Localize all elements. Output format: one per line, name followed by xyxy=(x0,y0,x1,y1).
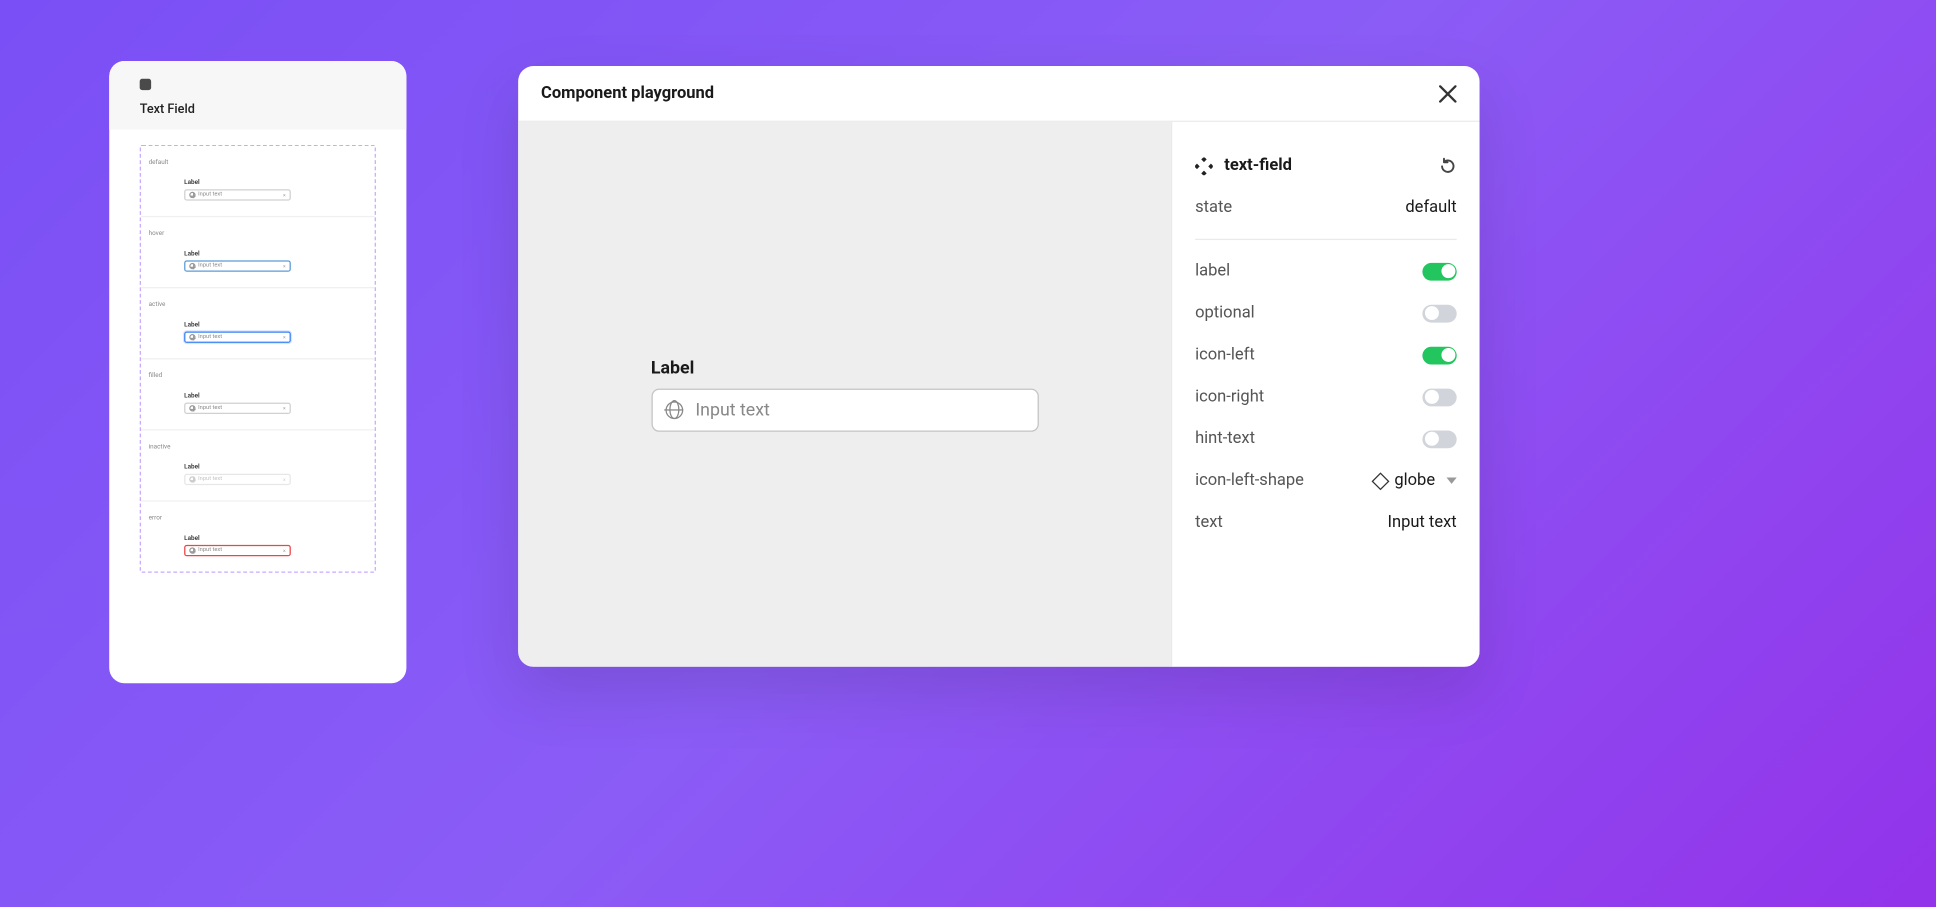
prop-row-label: label xyxy=(1195,250,1457,292)
clear-icon: × xyxy=(283,334,286,340)
variant-input-error: Input text × xyxy=(184,545,291,556)
sidebar-header-row: text-field xyxy=(1195,145,1457,187)
variant-text: Input text xyxy=(198,476,283,482)
variant-row: inactive Label Input text × xyxy=(141,431,375,502)
clear-icon: × xyxy=(283,547,286,553)
playground-header: Component playground xyxy=(518,66,1479,122)
variant-label: Label xyxy=(184,464,359,472)
toggle-icon-left[interactable] xyxy=(1422,346,1456,364)
close-button[interactable] xyxy=(1439,84,1457,102)
chevron-down-icon xyxy=(1447,478,1457,484)
variant-text: Input text xyxy=(198,263,283,269)
prop-row-icon-right: icon-right xyxy=(1195,376,1457,418)
prop-row-text[interactable]: text Input text xyxy=(1195,502,1457,544)
sidebar-head: text-field xyxy=(1195,156,1292,175)
prop-row-hint-text: hint-text xyxy=(1195,418,1457,460)
variant-state: hover xyxy=(149,230,360,238)
globe-icon xyxy=(189,192,195,198)
spec-title: Text Field xyxy=(140,103,376,117)
prop-value: Input text xyxy=(1387,513,1456,532)
variant-state: default xyxy=(149,159,360,167)
variant-row: hover Label Input text × xyxy=(141,217,375,288)
prop-label: icon-right xyxy=(1195,387,1264,406)
variants-frame: default Label Input text × hover Label I… xyxy=(140,145,376,573)
variant-state: inactive xyxy=(149,443,360,451)
variant-state: error xyxy=(149,514,360,522)
spec-body: default Label Input text × hover Label I… xyxy=(109,130,406,588)
variant-text: Input text xyxy=(198,334,283,340)
prop-label: label xyxy=(1195,262,1230,281)
playground-title: Component playground xyxy=(541,84,714,103)
variant-label: Label xyxy=(184,535,359,543)
component-preview: Label Input text xyxy=(651,358,1038,432)
prop-row-state[interactable]: state default xyxy=(1195,187,1457,229)
globe-icon xyxy=(189,405,195,411)
variant-state: active xyxy=(149,301,360,309)
globe-icon xyxy=(665,401,683,419)
component-icon xyxy=(1195,157,1213,175)
playground-body: Label Input text text-field xyxy=(518,122,1479,667)
component-spec-card: Text Field default Label Input text × ho… xyxy=(109,61,406,683)
globe-icon xyxy=(189,547,195,553)
variant-input-default: Input text × xyxy=(184,189,291,200)
variant-text: Input text xyxy=(198,405,283,411)
select-value-text: globe xyxy=(1394,471,1435,490)
clear-icon: × xyxy=(283,476,286,482)
toggle-label[interactable] xyxy=(1422,262,1456,280)
close-icon xyxy=(1439,84,1457,102)
prop-label: optional xyxy=(1195,304,1255,323)
variant-input-inactive: Input text × xyxy=(184,474,291,485)
variant-label: Label xyxy=(184,392,359,400)
playground-window: Component playground Label Input text te xyxy=(518,66,1479,667)
clear-icon: × xyxy=(283,192,286,198)
prop-label: icon-left xyxy=(1195,345,1255,364)
prop-label: icon-left-shape xyxy=(1195,471,1304,490)
variant-row: active Label Input text × xyxy=(141,288,375,359)
variant-state: filled xyxy=(149,372,360,380)
variant-input-hover: Input text × xyxy=(184,260,291,271)
toggle-icon-right[interactable] xyxy=(1422,388,1456,406)
variant-text: Input text xyxy=(198,192,283,198)
component-name: text-field xyxy=(1224,156,1292,175)
globe-icon xyxy=(189,334,195,340)
variant-text: Input text xyxy=(198,547,283,553)
variant-row: filled Label Input text × xyxy=(141,359,375,430)
prop-label: hint-text xyxy=(1195,429,1255,448)
spec-header: Text Field xyxy=(109,61,406,130)
variant-label: Label xyxy=(184,179,359,187)
input-placeholder: Input text xyxy=(695,399,770,419)
brand-logo xyxy=(140,79,151,90)
variant-input-active: Input text × xyxy=(184,331,291,342)
globe-icon xyxy=(189,263,195,269)
prop-value: default xyxy=(1405,198,1456,217)
prop-row-icon-left: icon-left xyxy=(1195,334,1457,376)
props-sidebar: text-field state default label optional xyxy=(1171,122,1480,667)
field-label: Label xyxy=(651,358,1038,378)
playground-canvas[interactable]: Label Input text xyxy=(518,122,1171,667)
prop-label: state xyxy=(1195,198,1232,217)
select-icon-left-shape[interactable]: globe xyxy=(1374,471,1457,490)
variant-input-filled: Input text × xyxy=(184,403,291,414)
variant-label: Label xyxy=(184,321,359,329)
text-input[interactable]: Input text xyxy=(651,388,1038,431)
reset-icon xyxy=(1439,157,1457,175)
prop-row-optional: optional xyxy=(1195,292,1457,334)
variant-row: error Label Input text × xyxy=(141,502,375,572)
toggle-optional[interactable] xyxy=(1422,304,1456,322)
toggle-hint-text[interactable] xyxy=(1422,430,1456,448)
prop-row-icon-left-shape: icon-left-shape globe xyxy=(1195,460,1457,502)
reset-button[interactable] xyxy=(1439,157,1457,175)
diamond-icon xyxy=(1371,472,1389,490)
clear-icon: × xyxy=(283,263,286,269)
variant-label: Label xyxy=(184,250,359,258)
globe-icon xyxy=(189,476,195,482)
variant-row: default Label Input text × xyxy=(141,146,375,217)
prop-label: text xyxy=(1195,513,1223,532)
clear-icon: × xyxy=(283,405,286,411)
divider xyxy=(1195,239,1457,240)
